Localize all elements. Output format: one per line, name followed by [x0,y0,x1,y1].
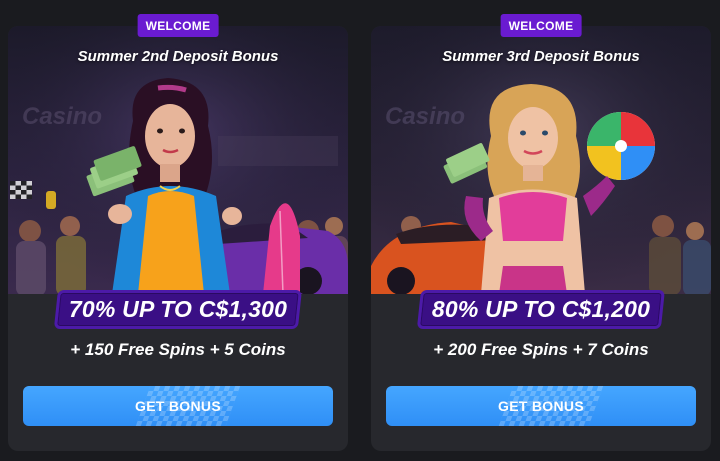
bonus-title: Summer 2nd Deposit Bonus [77,48,279,65]
welcome-badge: WELCOME [137,14,219,37]
bonus-hero-image: Casino [371,26,711,294]
bonus-offer-banner: 80% UP TO C$1,200 [416,290,666,329]
bonus-hero-image: Casino [8,26,348,294]
hero-illustration: Casino [371,26,711,294]
bonus-extras: + 150 Free Spins + 5 Coins [70,340,286,359]
bonus-title: Summer 3rd Deposit Bonus [442,48,640,65]
bonus-card: WELCOME Casino [371,14,711,451]
bonus-card: WELCOME Casino [8,14,348,451]
get-bonus-button[interactable]: GET BONUS [23,386,333,426]
hero-illustration: Casino [8,26,348,294]
welcome-badge: WELCOME [500,14,582,37]
bonus-offer-text: 80% UP TO C$1,200 [431,296,651,322]
bonus-extras: + 200 Free Spins + 7 Coins [433,340,649,359]
get-bonus-button[interactable]: GET BONUS [386,386,696,426]
bonus-offer-banner: 70% UP TO C$1,300 [53,290,303,329]
svg-text:Casino: Casino [385,103,465,130]
svg-text:Casino: Casino [22,103,102,130]
bonus-offer-text: 70% UP TO C$1,300 [68,296,288,322]
get-bonus-label: GET BONUS [135,398,221,414]
get-bonus-label: GET BONUS [498,398,584,414]
